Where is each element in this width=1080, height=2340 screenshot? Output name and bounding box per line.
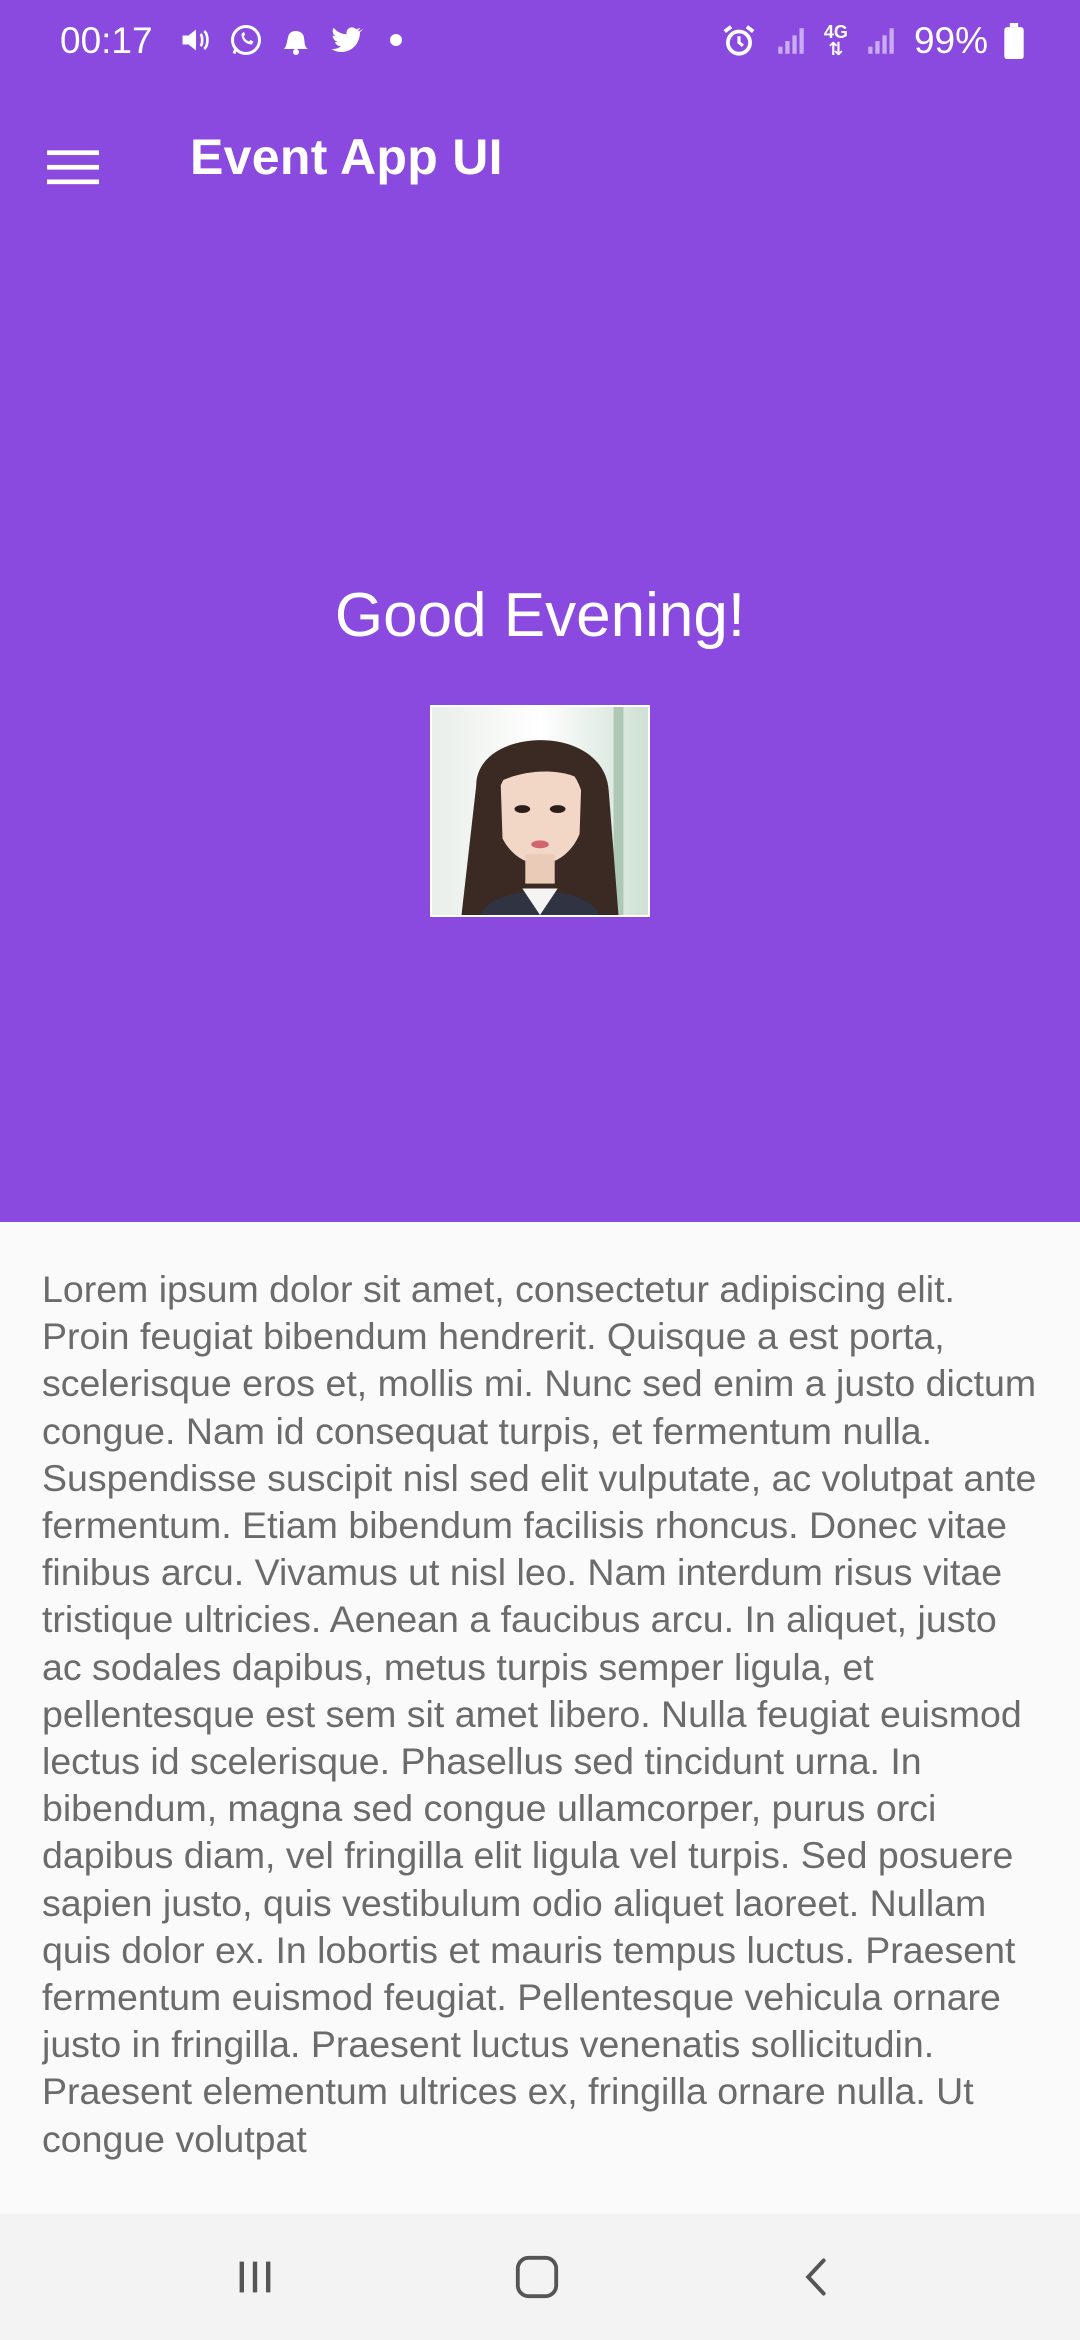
notification-bell-icon xyxy=(284,31,308,55)
home-icon xyxy=(515,2255,559,2299)
recents-button[interactable] xyxy=(210,2242,300,2312)
back-icon xyxy=(805,2258,826,2296)
data-arrows-icon: ⇅ xyxy=(828,39,844,59)
signal-icon xyxy=(778,28,804,54)
profile-avatar[interactable] xyxy=(430,705,650,917)
app-screen: 00:17 4G ⇅ 99% Event App UI Good Evening… xyxy=(0,0,1080,2340)
status-system-icons: 4G ⇅ 99% xyxy=(720,20,1024,62)
home-button[interactable] xyxy=(492,2242,582,2312)
network-4g-icon: 4G ⇅ xyxy=(824,23,848,59)
system-nav-bar xyxy=(0,2214,1080,2340)
status-bar: 00:17 4G ⇅ 99% xyxy=(0,0,1080,84)
volume-icon xyxy=(182,29,209,51)
menu-button[interactable] xyxy=(30,124,116,210)
dot-icon xyxy=(390,34,402,46)
signal-icon xyxy=(868,28,894,54)
app-title: Event App UI xyxy=(190,129,503,185)
greeting-text: Good Evening! xyxy=(334,581,746,650)
whatsapp-icon xyxy=(231,25,261,55)
body-text: Lorem ipsum dolor sit amet, consectetur … xyxy=(42,1268,1037,2160)
hamburger-menu-icon xyxy=(47,150,99,185)
recents-icon xyxy=(239,2261,271,2293)
twitter-icon xyxy=(331,27,364,52)
header-hero: 00:17 4G ⇅ 99% Event App UI Good Evening… xyxy=(0,0,1080,1222)
back-button[interactable] xyxy=(772,2242,862,2312)
alarm-icon xyxy=(723,25,755,56)
status-notification-icons xyxy=(178,22,414,58)
profile-photo-image xyxy=(432,707,648,915)
app-bar: Event App UI xyxy=(0,84,1080,236)
battery-icon xyxy=(1004,23,1024,59)
status-time: 00:17 xyxy=(60,20,153,61)
battery-percentage: 99% xyxy=(913,20,988,61)
